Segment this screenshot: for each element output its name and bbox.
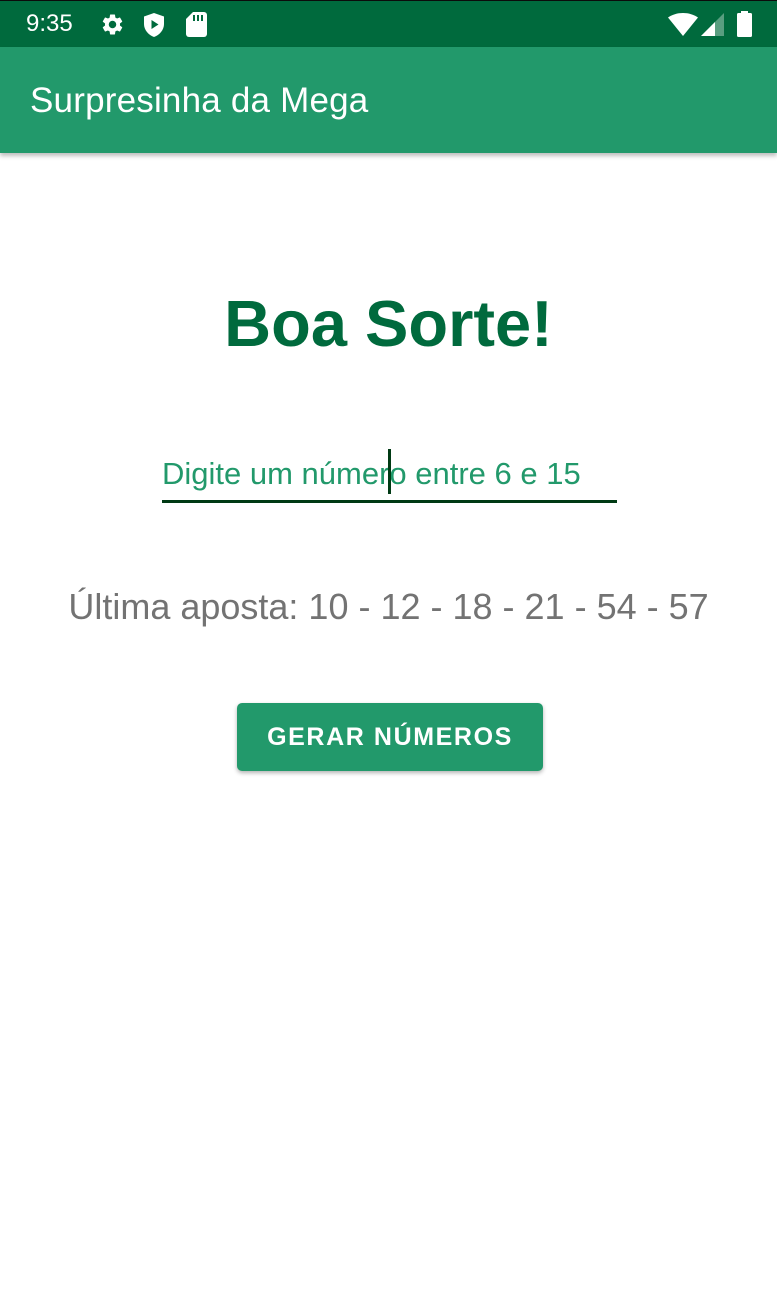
sd-card-icon — [186, 12, 207, 37]
cell-signal-icon — [701, 13, 724, 36]
generate-numbers-button[interactable]: GERAR NÚMEROS — [237, 703, 543, 771]
status-bar: 9:35 — [0, 0, 777, 47]
text-cursor — [388, 449, 391, 494]
headline: Boa Sorte! — [224, 287, 553, 360]
status-time: 9:35 — [26, 10, 73, 37]
last-bet-text: Última aposta: 10 - 12 - 18 - 21 - 54 - … — [68, 586, 709, 627]
app-bar: Surpresinha da Mega — [0, 47, 777, 153]
wifi-icon — [668, 13, 698, 36]
battery-icon — [737, 11, 752, 37]
app-title: Surpresinha da Mega — [30, 81, 369, 120]
number-input-container — [162, 448, 617, 506]
gear-icon — [102, 14, 123, 35]
shield-play-icon — [144, 13, 164, 37]
